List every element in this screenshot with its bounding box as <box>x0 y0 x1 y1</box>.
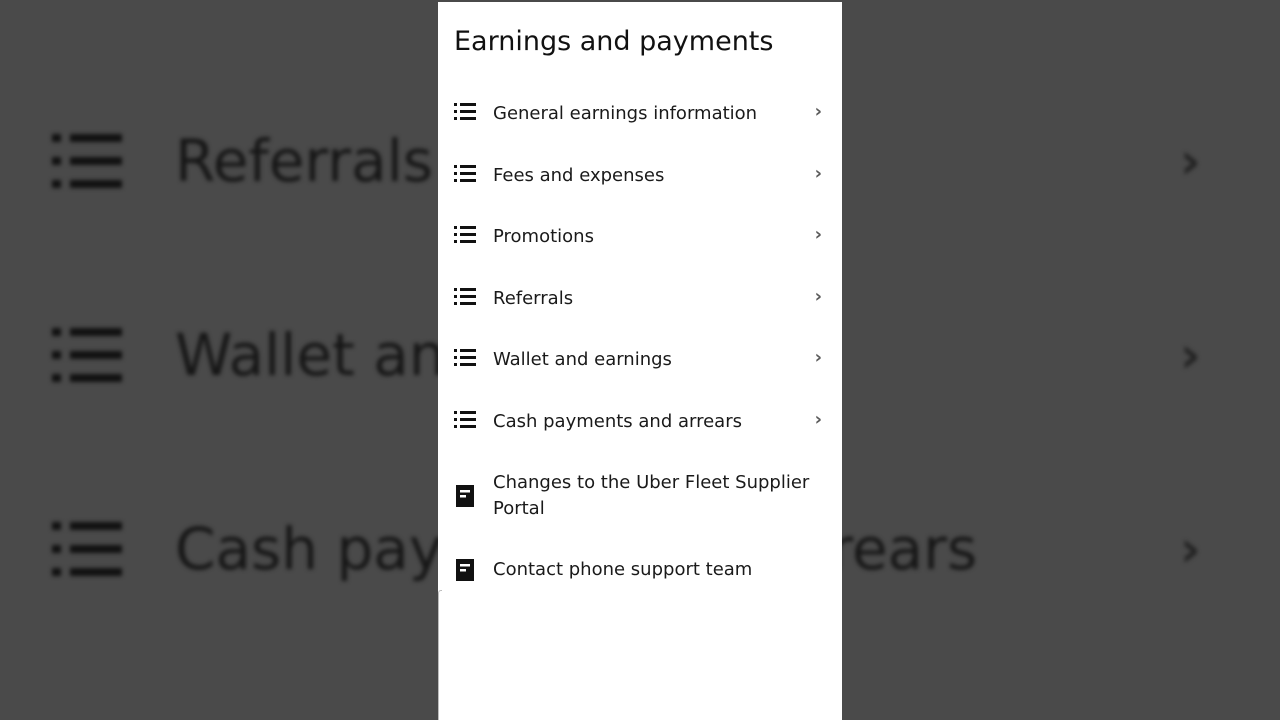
menu-item-wallet-earnings[interactable]: Wallet and earnings › <box>438 346 842 378</box>
page-title: Earnings and payments <box>454 26 774 57</box>
chevron-right-icon: › <box>814 163 822 184</box>
list-icon <box>454 349 476 366</box>
menu-item-label: General earnings information <box>493 103 758 124</box>
menu-item-label: Cash payments and arrears <box>493 411 742 432</box>
help-panel: Earnings and payments General earnings i… <box>438 2 842 720</box>
document-icon <box>456 559 474 581</box>
chevron-right-icon: › <box>814 101 822 122</box>
menu-item-contact-phone-support[interactable]: Contact phone support team <box>438 557 842 589</box>
overlay-edge <box>438 590 442 720</box>
menu-item-promotions[interactable]: Promotions › <box>438 223 842 255</box>
list-icon <box>454 411 476 428</box>
chevron-right-icon: › <box>814 286 822 307</box>
list-icon <box>52 328 122 382</box>
menu-item-fees-expenses[interactable]: Fees and expenses › <box>438 162 842 194</box>
chevron-right-icon: › <box>814 347 822 368</box>
menu-item-fleet-supplier-portal[interactable]: Changes to the Uber Fleet Supplier Porta… <box>438 469 842 525</box>
chevron-right-icon: › <box>1180 520 1201 578</box>
chevron-right-icon: › <box>814 224 822 245</box>
chevron-right-icon: › <box>1180 132 1201 190</box>
list-icon <box>454 288 476 305</box>
menu-item-label: Referrals <box>493 288 574 309</box>
menu-item-cash-payments[interactable]: Cash payments and arrears › <box>438 408 842 440</box>
chevron-right-icon: › <box>1180 326 1201 384</box>
menu-item-label: Promotions <box>493 226 594 247</box>
menu-item-general-earnings[interactable]: General earnings information › <box>438 100 842 132</box>
menu-item-label: Contact phone support team <box>493 559 753 580</box>
bg-label: Referrals <box>175 127 434 195</box>
menu-item-label: Wallet and earnings <box>493 349 672 370</box>
list-icon <box>52 522 122 576</box>
menu-item-label: Fees and expenses <box>493 165 665 186</box>
list-icon <box>454 103 476 120</box>
list-icon <box>454 226 476 243</box>
list-icon <box>454 165 476 182</box>
menu-item-label: Changes to the Uber Fleet Supplier Porta… <box>493 472 810 519</box>
list-icon <box>52 134 122 188</box>
chevron-right-icon: › <box>814 409 822 430</box>
screen: Referrals › Wallet and earnings › <box>0 0 1280 720</box>
document-icon <box>456 485 474 507</box>
menu-item-referrals[interactable]: Referrals › <box>438 285 842 317</box>
